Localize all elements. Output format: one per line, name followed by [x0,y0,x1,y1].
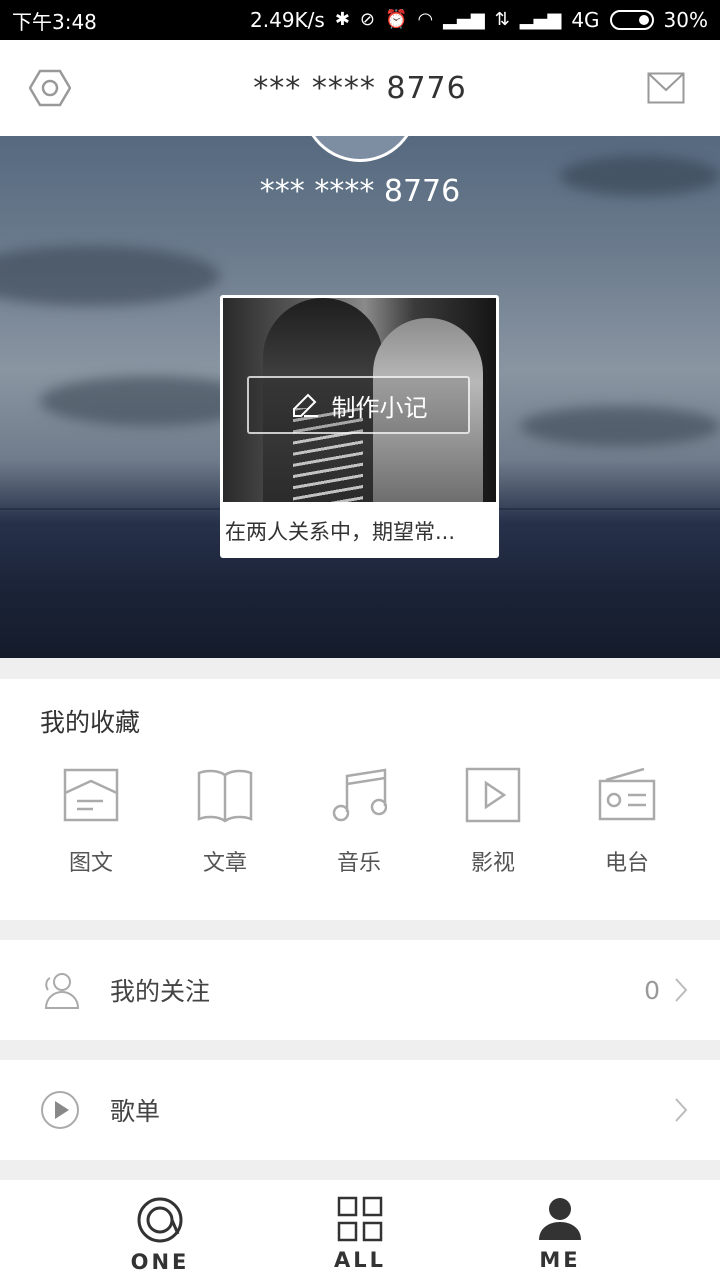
avatar[interactable] [302,136,418,162]
favorites-section: 我的收藏 图文 文章 音乐 影视 电台 [0,679,720,920]
alarm-icon: ⏰ [385,9,408,30]
one-icon [137,1197,183,1243]
profile-username: *** **** 8776 [259,174,461,209]
playlist-row[interactable]: 歌单 [0,1060,720,1160]
bluetooth-icon: ✱ [334,9,350,30]
nav-tab-me[interactable]: ME [520,1196,600,1272]
make-note-label: 制作小记 [331,393,428,422]
person-icon [539,1198,581,1240]
signal-icon: ▂▄▆ [519,9,562,30]
cloud-decoration [0,246,220,306]
favorite-label: 图文 [68,851,113,876]
play-circle-icon [41,1091,79,1129]
page-title: *** **** 8776 [253,70,467,106]
cloud-decoration [520,406,720,446]
alarm-off-icon: ⊘ [359,9,376,30]
chevron-right-icon [675,1098,688,1122]
top-header: *** **** 8776 [0,40,720,136]
profile-hero: *** **** 8776 制作小记 在两人关系中，期望常... [0,136,720,658]
messages-button[interactable] [642,64,690,112]
status-icons: 2.49K/s ✱ ⊘ ⏰ ◠ ▂▄▆ ⇅ ▂▄▆ 4G 30% [250,8,708,32]
settings-button[interactable] [26,64,74,112]
favorite-label: 影视 [470,851,515,876]
my-follows-count: 0 [644,975,660,1005]
nav-label: ONE [130,1250,190,1274]
favorite-item-music[interactable]: 音乐 [292,763,426,877]
nav-label: ALL [333,1248,386,1272]
radio-icon [598,767,656,821]
network-speed: 2.49K/s [250,8,325,32]
grid-icon [337,1196,383,1242]
favorites-title: 我的收藏 [40,708,141,737]
chevron-right-icon [675,978,688,1002]
favorite-item-video[interactable]: 影视 [426,763,560,877]
favorite-label: 文章 [202,851,247,876]
data-icon: ⇅ [494,9,510,30]
signal-icon: ▂▄▆ [443,9,485,30]
favorite-item-article[interactable]: 文章 [158,763,292,877]
note-card-caption: 在两人关系中，期望常... [225,520,456,544]
wifi-icon: ◠ [417,9,434,30]
network-type: 4G [571,8,600,32]
note-card-image: 制作小记 [223,298,496,502]
book-icon [197,769,253,823]
nav-tab-all[interactable]: ALL [320,1196,400,1272]
favorite-label: 音乐 [336,851,381,876]
favorite-label: 电台 [604,851,649,876]
battery-icon [609,10,654,30]
make-note-button[interactable]: 制作小记 [247,376,470,434]
music-icon [332,768,387,822]
nav-tab-one[interactable]: ONE [120,1196,200,1274]
bottom-navigation: ONE ALL ME [0,1180,720,1280]
note-card[interactable]: 制作小记 在两人关系中，期望常... [220,295,499,558]
favorite-item-image-text[interactable]: 图文 [24,763,158,877]
video-icon [465,767,521,823]
playlist-label: 歌单 [110,1097,161,1126]
nav-label: ME [539,1248,581,1272]
status-time: 下午3:48 [12,9,97,34]
pencil-icon [292,393,318,417]
status-bar: 下午3:48 2.49K/s ✱ ⊘ ⏰ ◠ ▂▄▆ ⇅ ▂▄▆ 4G 30% [0,0,720,40]
user-icon [44,973,80,1009]
battery-level: 30% [663,8,708,32]
settings-hexagon-icon [29,69,71,107]
my-follows-row[interactable]: 我的关注 0 [0,940,720,1040]
my-follows-label: 我的关注 [110,977,211,1006]
image-text-icon [63,768,119,822]
mail-icon [647,72,685,104]
favorites-grid: 图文 文章 音乐 影视 电台 [24,763,696,877]
favorite-item-radio[interactable]: 电台 [560,763,694,877]
